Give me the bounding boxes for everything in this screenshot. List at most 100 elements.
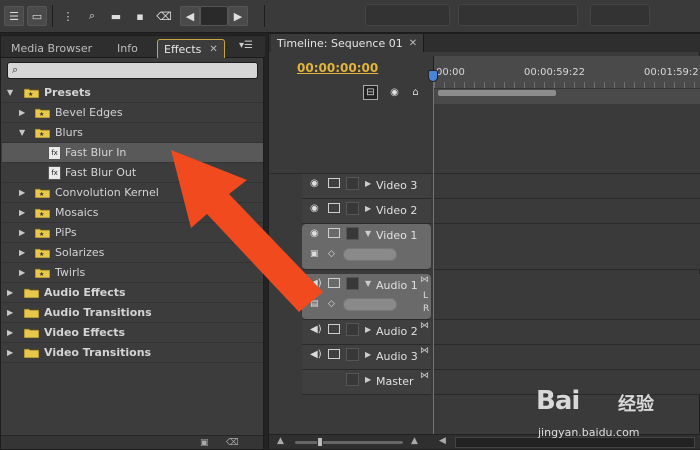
- expand-triangle-icon[interactable]: ▶: [7, 328, 13, 337]
- track-lane[interactable]: [433, 274, 700, 320]
- effect-preset-icon: fx: [48, 166, 61, 180]
- new-item-icon[interactable]: ▪: [130, 6, 150, 26]
- expand-triangle-icon[interactable]: ▶: [365, 179, 371, 188]
- zoom-in-icon[interactable]: ▲: [411, 436, 418, 446]
- expand-triangle-icon[interactable]: ▼: [7, 88, 13, 97]
- track-lane[interactable]: [433, 320, 700, 345]
- lock-box[interactable]: [346, 202, 359, 215]
- track-lane[interactable]: [433, 345, 700, 370]
- expand-triangle-icon[interactable]: ▶: [7, 288, 13, 297]
- track-audio-2[interactable]: ◀) ▶ Audio 2 ⋈: [269, 320, 700, 345]
- close-icon[interactable]: ✕: [209, 44, 217, 55]
- track-lane[interactable]: [433, 174, 700, 199]
- track-audio-3[interactable]: ◀) ▶ Audio 3 ⋈: [269, 345, 700, 370]
- set-marker-icon[interactable]: ⌂: [408, 85, 423, 100]
- set-encore-marker-icon[interactable]: ◉: [387, 85, 402, 100]
- tree-item-label: Video Effects: [44, 326, 126, 339]
- folder-icon: [24, 308, 39, 318]
- track-lane[interactable]: [433, 199, 700, 224]
- scroll-left-icon[interactable]: ◀: [180, 6, 200, 26]
- monitor-transport-controls[interactable]: [365, 4, 450, 26]
- track-lane[interactable]: [433, 224, 700, 270]
- track-video-1[interactable]: ◉ ▼ Video 1 ▣ ◇: [269, 224, 700, 270]
- scroll-left-icon[interactable]: ◀: [439, 436, 446, 446]
- lock-box[interactable]: [346, 177, 359, 190]
- tab-effects[interactable]: Effects ✕: [157, 39, 225, 58]
- folder-icon[interactable]: ▬: [106, 6, 126, 26]
- effects-search-input[interactable]: ⌕: [7, 62, 258, 79]
- expand-triangle-icon[interactable]: ▶: [7, 308, 13, 317]
- tab-media-browser[interactable]: Media Browser: [5, 39, 98, 58]
- lock-box[interactable]: [346, 323, 359, 336]
- trash-icon[interactable]: ⌫: [154, 6, 174, 26]
- preset-folder-icon: ★: [35, 188, 50, 198]
- tree-item-video-transitions[interactable]: ▶ Video Transitions: [2, 343, 263, 363]
- tree-item-video-effects[interactable]: ▶ Video Effects: [2, 323, 263, 343]
- icon-view-icon[interactable]: ▭: [27, 6, 47, 26]
- expand-triangle-icon[interactable]: ▶: [19, 228, 25, 237]
- stereo-marker-icon: ⋈: [420, 371, 429, 381]
- scroll-right-icon[interactable]: ▶: [228, 6, 248, 26]
- zoom-out-icon[interactable]: ▲: [277, 436, 284, 446]
- time-ruler[interactable]: 00:00 00:00:59:22 00:01:59:21: [433, 56, 700, 104]
- playhead-handle[interactable]: [428, 70, 438, 82]
- close-icon[interactable]: ✕: [409, 38, 417, 49]
- expand-triangle-icon[interactable]: ▼: [19, 128, 25, 137]
- top-toolbar: ☰ ▭ ⋮ ⌕ ▬ ▪ ⌫ ◀ ▶: [0, 0, 700, 33]
- track-video-2[interactable]: ◉ ▶ Video 2: [269, 199, 700, 224]
- keyframe-navigator[interactable]: [343, 248, 397, 261]
- expand-triangle-icon[interactable]: ▶: [7, 348, 13, 357]
- lock-box[interactable]: [346, 227, 359, 240]
- speaker-icon[interactable]: ◀): [310, 349, 322, 360]
- expand-triangle-icon[interactable]: ▶: [19, 268, 25, 277]
- lock-box[interactable]: [346, 277, 359, 290]
- film-icon[interactable]: [328, 324, 340, 334]
- expand-triangle-icon[interactable]: ▶: [365, 350, 371, 359]
- panel-menu-icon[interactable]: ▾☰: [235, 40, 257, 54]
- collapse-triangle-icon[interactable]: ▼: [365, 279, 371, 288]
- tab-timeline-sequence[interactable]: Timeline: Sequence 01 ✕: [271, 34, 425, 52]
- tab-info[interactable]: Info: [111, 39, 144, 58]
- expand-triangle-icon[interactable]: ▶: [365, 325, 371, 334]
- lock-box[interactable]: [346, 348, 359, 361]
- ruler-ticks: [434, 82, 700, 89]
- tree-item-label: Twirls: [55, 266, 86, 279]
- lock-box[interactable]: [346, 373, 359, 386]
- find-icon[interactable]: ⌕: [82, 6, 102, 26]
- track-name: Video 1: [376, 229, 418, 242]
- expand-triangle-icon[interactable]: ▶: [19, 188, 25, 197]
- list-view-icon[interactable]: ☰: [4, 6, 24, 26]
- expand-triangle-icon[interactable]: ▶: [19, 108, 25, 117]
- expand-triangle-icon[interactable]: ▶: [365, 375, 371, 384]
- playhead-line[interactable]: [433, 74, 434, 441]
- track-name: Audio 2: [376, 325, 418, 338]
- keyframe-navigator[interactable]: [343, 298, 397, 311]
- tree-item-presets[interactable]: ▼ ★ Presets: [2, 83, 263, 103]
- new-custom-bin-icon[interactable]: ▣: [200, 438, 209, 448]
- track-audio-1[interactable]: ◀) ▼ Audio 1 ⋈ L R ▤ ◇: [269, 274, 700, 320]
- track-video-3[interactable]: ◉ ▶ Video 3: [269, 174, 700, 199]
- monitor-extra-controls[interactable]: [590, 4, 650, 26]
- effects-panel-footer: ▣ ⌫: [1, 435, 263, 449]
- delete-icon[interactable]: ⌫: [226, 438, 239, 448]
- snap-toggle-icon[interactable]: ⊟: [363, 85, 378, 100]
- tree-item-label: Bevel Edges: [55, 106, 123, 119]
- expand-triangle-icon[interactable]: ▶: [19, 208, 25, 217]
- speaker-icon[interactable]: ◀): [310, 324, 322, 335]
- work-area-bar[interactable]: [438, 90, 556, 96]
- zoom-slider-handle[interactable]: [317, 437, 323, 447]
- zoom-slider-track[interactable]: [295, 441, 403, 444]
- film-icon[interactable]: [328, 349, 340, 359]
- tree-item-bevel-edges[interactable]: ▶ ★ Bevel Edges: [2, 103, 263, 123]
- track-header[interactable]: ▶ Master ⋈: [302, 370, 431, 395]
- scroll-thumb[interactable]: [200, 6, 228, 26]
- current-timecode[interactable]: 00:00:00:00: [297, 61, 378, 75]
- grip-icon: ⋮: [62, 9, 74, 23]
- expand-triangle-icon[interactable]: ▶: [19, 248, 25, 257]
- stereo-marker-icon: ⋈: [420, 346, 429, 356]
- expand-triangle-icon[interactable]: ▶: [365, 204, 371, 213]
- collapse-triangle-icon[interactable]: ▼: [365, 229, 371, 238]
- track-header[interactable]: ◀) ▶ Audio 2 ⋈: [302, 320, 431, 345]
- monitor-jog-control[interactable]: [458, 4, 578, 26]
- track-header[interactable]: ◀) ▶ Audio 3 ⋈: [302, 345, 431, 370]
